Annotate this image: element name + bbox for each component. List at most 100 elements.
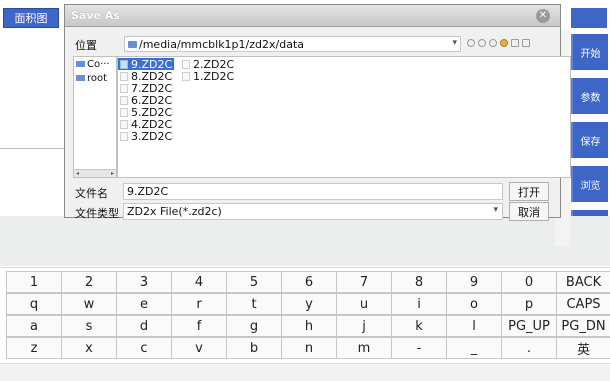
chevron-down-icon[interactable]: ▾ <box>452 38 457 48</box>
key-minus[interactable]: - <box>391 337 446 359</box>
save-button[interactable]: 保存 <box>571 122 608 158</box>
detail-view-icon[interactable] <box>522 39 530 47</box>
keyboard-row: a s d f g h j k l PG_UP PG_DN <box>6 315 610 337</box>
key-7[interactable]: 7 <box>336 271 391 293</box>
filetype-label: 文件类型 <box>75 207 119 220</box>
file-column: 9.ZD2C 8.ZD2C 7.ZD2C 6.ZD2C 5.ZD2C 4.ZD2… <box>118 58 182 143</box>
key-r[interactable]: r <box>171 293 226 315</box>
browse-button[interactable]: 浏览 <box>571 166 608 202</box>
key-t[interactable]: t <box>226 293 281 315</box>
key-s[interactable]: s <box>61 315 116 337</box>
chevron-down-icon[interactable]: ▾ <box>493 205 498 215</box>
key-l[interactable]: l <box>446 315 501 337</box>
file-icon <box>120 119 128 129</box>
file-item[interactable]: 2.ZD2C <box>180 58 250 71</box>
key-k[interactable]: k <box>391 315 446 337</box>
sidebar-item-root[interactable]: root <box>74 71 116 85</box>
filename-label: 文件名 <box>75 187 108 200</box>
location-combo[interactable]: /media/mmcblk1p1/zd2x/data ▾ <box>124 36 461 52</box>
file-item[interactable]: 5.ZD2C <box>118 106 182 119</box>
key-u[interactable]: u <box>336 293 391 315</box>
key-4[interactable]: 4 <box>171 271 226 293</box>
keyboard-row: q w e r t y u i o p CAPS <box>6 293 610 315</box>
location-path: /media/mmcblk1p1/zd2x/data <box>139 37 304 51</box>
file-item[interactable]: 4.ZD2C <box>118 118 182 131</box>
save-as-dialog: Save As ✕ 位置 /media/mmcblk1p1/zd2x/data … <box>64 4 571 221</box>
key-j[interactable]: j <box>336 315 391 337</box>
key-3[interactable]: 3 <box>116 271 171 293</box>
key-underscore[interactable]: _ <box>446 337 501 359</box>
key-q[interactable]: q <box>6 293 61 315</box>
file-icon <box>120 83 128 93</box>
file-item[interactable]: 6.ZD2C <box>118 94 182 107</box>
back-icon[interactable] <box>467 39 475 47</box>
key-w[interactable]: w <box>61 293 116 315</box>
key-2[interactable]: 2 <box>61 271 116 293</box>
key-h[interactable]: h <box>281 315 336 337</box>
key-m[interactable]: m <box>336 337 391 359</box>
dialog-title: Save As <box>71 9 120 22</box>
key-y[interactable]: y <box>281 293 336 315</box>
key-e[interactable]: e <box>116 293 171 315</box>
file-item[interactable]: 8.ZD2C <box>118 70 182 83</box>
key-caps[interactable]: CAPS <box>556 293 610 315</box>
file-item-selected[interactable]: 9.ZD2C <box>118 58 174 71</box>
forward-icon[interactable] <box>478 39 486 47</box>
key-i[interactable]: i <box>391 293 446 315</box>
keyboard-bottom-bar <box>0 363 610 381</box>
key-b[interactable]: b <box>226 337 281 359</box>
key-1[interactable]: 1 <box>6 271 61 293</box>
key-n[interactable]: n <box>281 337 336 359</box>
key-pg-dn[interactable]: PG_DN <box>556 315 610 337</box>
file-icon <box>182 59 190 69</box>
keyboard-row: z x c v b n m - _ . 英 <box>6 337 610 359</box>
sidebar-item-label: Co··· <box>87 58 110 70</box>
key-v[interactable]: v <box>171 337 226 359</box>
computer-icon <box>76 61 85 67</box>
list-view-icon[interactable] <box>511 39 519 47</box>
parent-dir-icon[interactable] <box>489 39 497 47</box>
key-back[interactable]: BACK <box>556 271 610 293</box>
background-panel <box>0 30 67 238</box>
key-f[interactable]: f <box>171 315 226 337</box>
new-folder-icon[interactable] <box>500 39 508 47</box>
tab-area-chart[interactable]: 面积图 <box>3 8 59 28</box>
filetype-select[interactable]: ZD2x File(*.zd2c) ▾ <box>123 203 503 220</box>
file-item[interactable]: 7.ZD2C <box>118 82 182 95</box>
close-icon[interactable]: ✕ <box>536 9 550 23</box>
file-name: 1.ZD2C <box>193 69 235 83</box>
folder-icon <box>76 75 85 81</box>
more-button[interactable] <box>571 210 608 216</box>
start-button[interactable]: 开始 <box>571 34 608 70</box>
file-item[interactable]: 3.ZD2C <box>118 130 182 143</box>
key-0[interactable]: 0 <box>501 271 556 293</box>
sidebar: Co··· root ◂ ▸ <box>73 56 117 178</box>
key-6[interactable]: 6 <box>281 271 336 293</box>
key-9[interactable]: 9 <box>446 271 501 293</box>
open-button[interactable]: 打开 <box>509 182 549 201</box>
key-language-toggle[interactable]: 英 <box>556 337 610 359</box>
key-8[interactable]: 8 <box>391 271 446 293</box>
key-x[interactable]: x <box>61 337 116 359</box>
key-period[interactable]: . <box>501 337 556 359</box>
file-icon <box>120 107 128 117</box>
key-o[interactable]: o <box>446 293 501 315</box>
params-button[interactable]: 参数 <box>571 78 608 114</box>
key-g[interactable]: g <box>226 315 281 337</box>
key-c[interactable]: c <box>116 337 171 359</box>
folder-icon <box>128 40 137 48</box>
key-z[interactable]: z <box>6 337 61 359</box>
sidebar-item-computer[interactable]: Co··· <box>74 57 116 71</box>
horizontal-scrollbar[interactable]: ◂ ▸ <box>74 169 116 177</box>
key-a[interactable]: a <box>6 315 61 337</box>
key-pg-up[interactable]: PG_UP <box>501 315 556 337</box>
file-item[interactable]: 1.ZD2C <box>180 69 250 83</box>
filename-input[interactable]: 9.ZD2C <box>123 183 503 200</box>
nav-toolbar <box>467 39 530 47</box>
key-p[interactable]: p <box>501 293 556 315</box>
cancel-button[interactable]: 取消 <box>509 202 549 221</box>
divider <box>0 148 67 149</box>
key-d[interactable]: d <box>116 315 171 337</box>
key-5[interactable]: 5 <box>226 271 281 293</box>
file-icon <box>182 71 190 81</box>
